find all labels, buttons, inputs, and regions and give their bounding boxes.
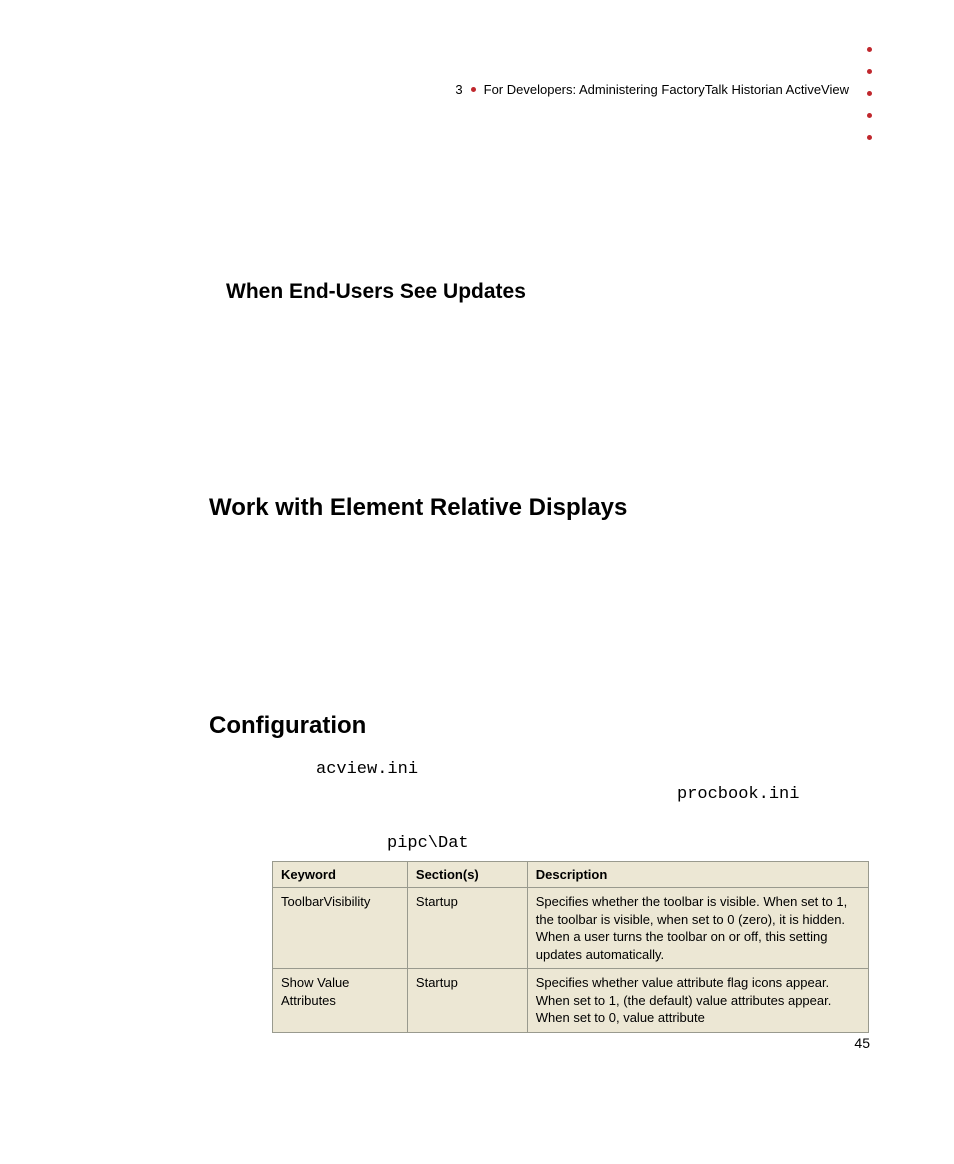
header-keyword: Keyword: [273, 862, 408, 888]
table-row: Show Value Attributes Startup Specifies …: [273, 969, 869, 1033]
header-section: Section(s): [407, 862, 527, 888]
cell-description: Specifies whether value attribute flag i…: [527, 969, 868, 1033]
section-heading-erd: Work with Element Relative Displays: [209, 494, 869, 522]
dot-icon: [867, 113, 872, 118]
chapter-title: For Developers: Administering FactoryTal…: [484, 82, 849, 97]
decorative-dots: [867, 47, 872, 140]
dot-icon: [867, 91, 872, 96]
dot-icon: [867, 47, 872, 52]
dot-icon: [867, 135, 872, 140]
dot-icon: [867, 69, 872, 74]
page-number: 45: [854, 1035, 870, 1051]
config-path: pipc\Dat: [387, 834, 869, 853]
page-header: 3 For Developers: Administering FactoryT…: [455, 82, 849, 97]
cell-keyword: Show Value Attributes: [273, 969, 408, 1033]
config-filename-1: acview.ini: [316, 760, 869, 779]
cell-keyword: ToolbarVisibility: [273, 888, 408, 969]
section-heading-config: Configuration: [209, 712, 869, 740]
chapter-number: 3: [455, 82, 462, 97]
table-row: ToolbarVisibility Startup Specifies whet…: [273, 888, 869, 969]
separator-dot-icon: [471, 87, 476, 92]
config-filename-2: procbook.ini: [677, 785, 869, 804]
subsection-heading: When End-Users See Updates: [226, 280, 869, 304]
cell-section: Startup: [407, 969, 527, 1033]
cell-section: Startup: [407, 888, 527, 969]
config-table: Keyword Section(s) Description ToolbarVi…: [272, 861, 869, 1033]
header-description: Description: [527, 862, 868, 888]
table-header-row: Keyword Section(s) Description: [273, 862, 869, 888]
cell-description: Specifies whether the toolbar is visible…: [527, 888, 868, 969]
